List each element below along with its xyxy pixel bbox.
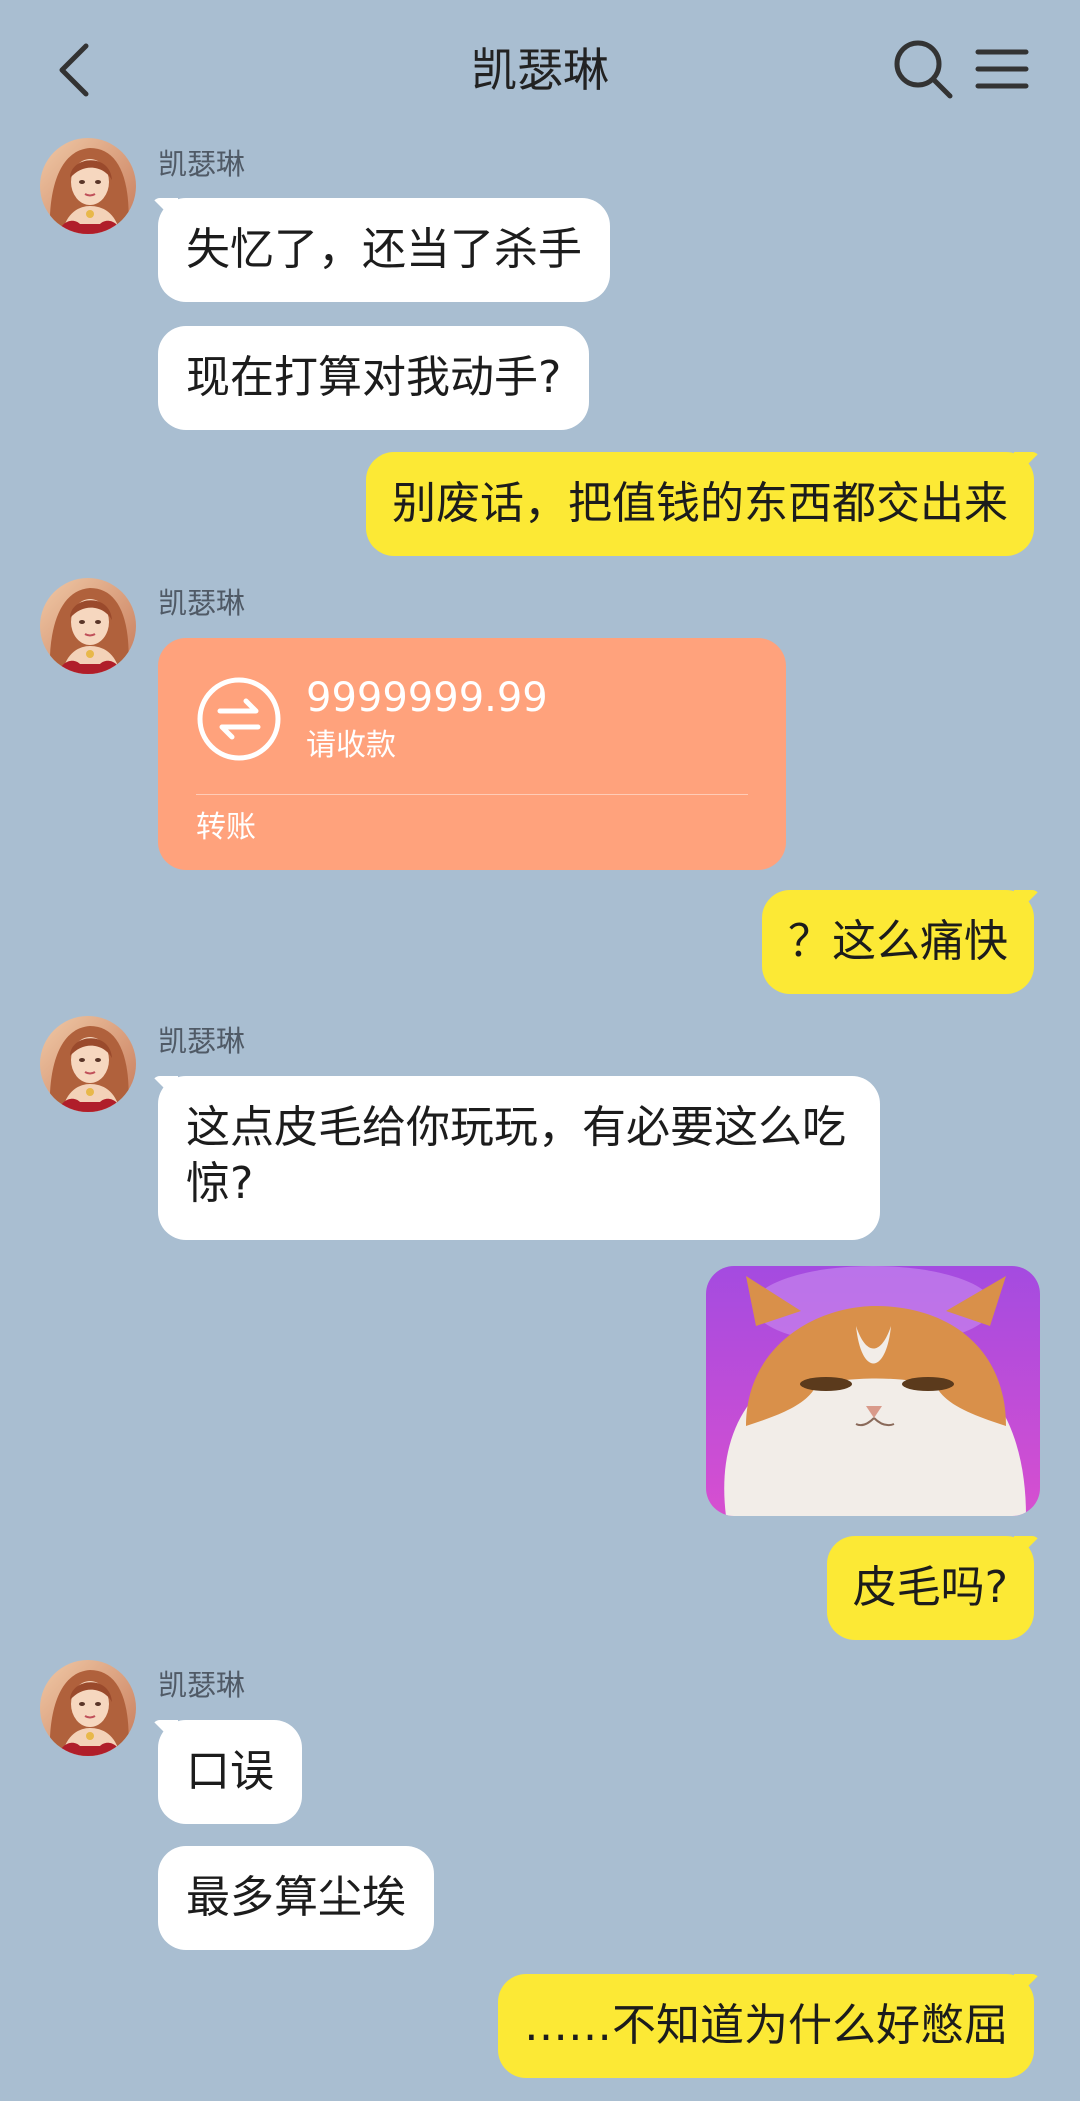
transfer-status: 请收款: [306, 728, 396, 763]
sender-name: 凯瑟琳: [158, 1668, 246, 1702]
avatar[interactable]: [40, 1016, 136, 1112]
search-button[interactable]: [890, 36, 956, 102]
sender-name: 凯瑟琳: [158, 1024, 246, 1058]
transfer-card[interactable]: 9999999.99 请收款 转账: [158, 638, 786, 870]
message-incoming[interactable]: 现在打算对我动手?: [158, 326, 590, 430]
message-incoming[interactable]: 最多算尘埃: [158, 1846, 434, 1950]
message-incoming[interactable]: 失忆了，还当了杀手: [158, 198, 610, 302]
message-outgoing[interactable]: ？这么痛快: [762, 890, 1034, 994]
transfer-label: 转账: [196, 810, 256, 845]
menu-button[interactable]: [972, 36, 1032, 102]
message-incoming[interactable]: 这点皮毛给你玩玩，有必要这么吃惊?: [158, 1076, 880, 1240]
menu-icon: [975, 49, 1029, 89]
top-bar: 凯瑟琳: [0, 0, 1080, 140]
message-outgoing[interactable]: 别废话，把值钱的东西都交出来: [366, 452, 1034, 556]
transfer-amount: 9999999.99: [306, 675, 548, 721]
divider: [196, 794, 748, 795]
avatar[interactable]: [40, 578, 136, 674]
sender-name: 凯瑟琳: [158, 147, 246, 181]
transfer-arrows-icon: [197, 677, 281, 761]
message-outgoing[interactable]: ……不知道为什么好憋屈: [498, 1974, 1034, 2078]
search-icon: [894, 40, 953, 99]
avatar[interactable]: [40, 138, 136, 234]
avatar[interactable]: [40, 1660, 136, 1756]
message-incoming[interactable]: 口误: [158, 1720, 302, 1824]
message-outgoing[interactable]: 皮毛吗?: [826, 1536, 1034, 1640]
cat-sticker[interactable]: [706, 1266, 1040, 1516]
cat-sticker-image: [706, 1266, 1040, 1516]
sender-name: 凯瑟琳: [158, 586, 246, 620]
